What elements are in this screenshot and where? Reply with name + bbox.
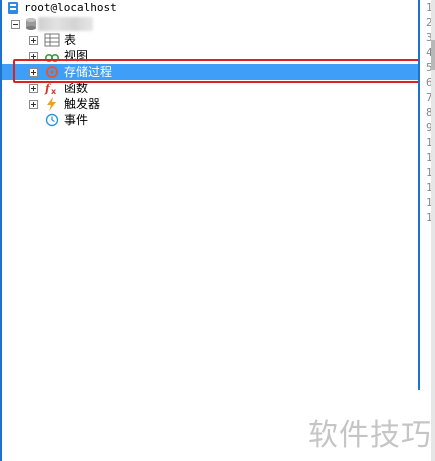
expand-toggle[interactable] bbox=[29, 100, 38, 109]
database-name-redacted bbox=[38, 17, 93, 31]
table-icon bbox=[44, 33, 60, 47]
trigger-icon bbox=[44, 97, 60, 111]
annotation-highlight-box bbox=[13, 59, 431, 83]
tree-item-tables[interactable]: 表 bbox=[2, 32, 418, 48]
watermark-text: 软件技巧 bbox=[308, 418, 432, 453]
expand-toggle[interactable] bbox=[29, 36, 38, 45]
server-icon bbox=[6, 1, 22, 15]
tree-database-row[interactable] bbox=[2, 16, 418, 32]
event-icon bbox=[44, 113, 60, 127]
tree-connection-row[interactable]: root@localhost bbox=[2, 0, 418, 16]
tree-item-triggers[interactable]: 触发器 bbox=[2, 96, 418, 112]
connection-label: root@localhost bbox=[24, 1, 117, 14]
tree-item-label: 事件 bbox=[64, 113, 89, 127]
tree-item-events[interactable]: 事件 bbox=[2, 112, 418, 128]
editor-scrollbar[interactable] bbox=[431, 0, 435, 461]
scrollbar-thumb[interactable] bbox=[431, 40, 435, 70]
tree-item-label: 触发器 bbox=[64, 97, 101, 111]
collapse-toggle[interactable] bbox=[11, 20, 20, 29]
function-icon: f x bbox=[44, 81, 60, 96]
expand-toggle[interactable] bbox=[29, 84, 38, 93]
svg-text:x: x bbox=[51, 87, 57, 95]
tree-item-label: 表 bbox=[64, 33, 77, 47]
